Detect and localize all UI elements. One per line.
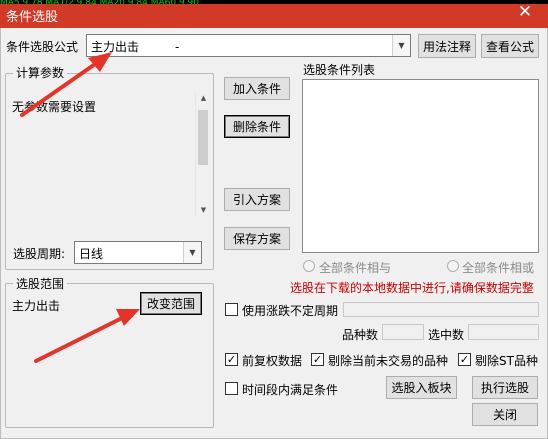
arrow-annotation-formula bbox=[20, 52, 112, 117]
annotation-arrows bbox=[20, 52, 140, 363]
arrow-annotation-scope bbox=[34, 309, 140, 363]
